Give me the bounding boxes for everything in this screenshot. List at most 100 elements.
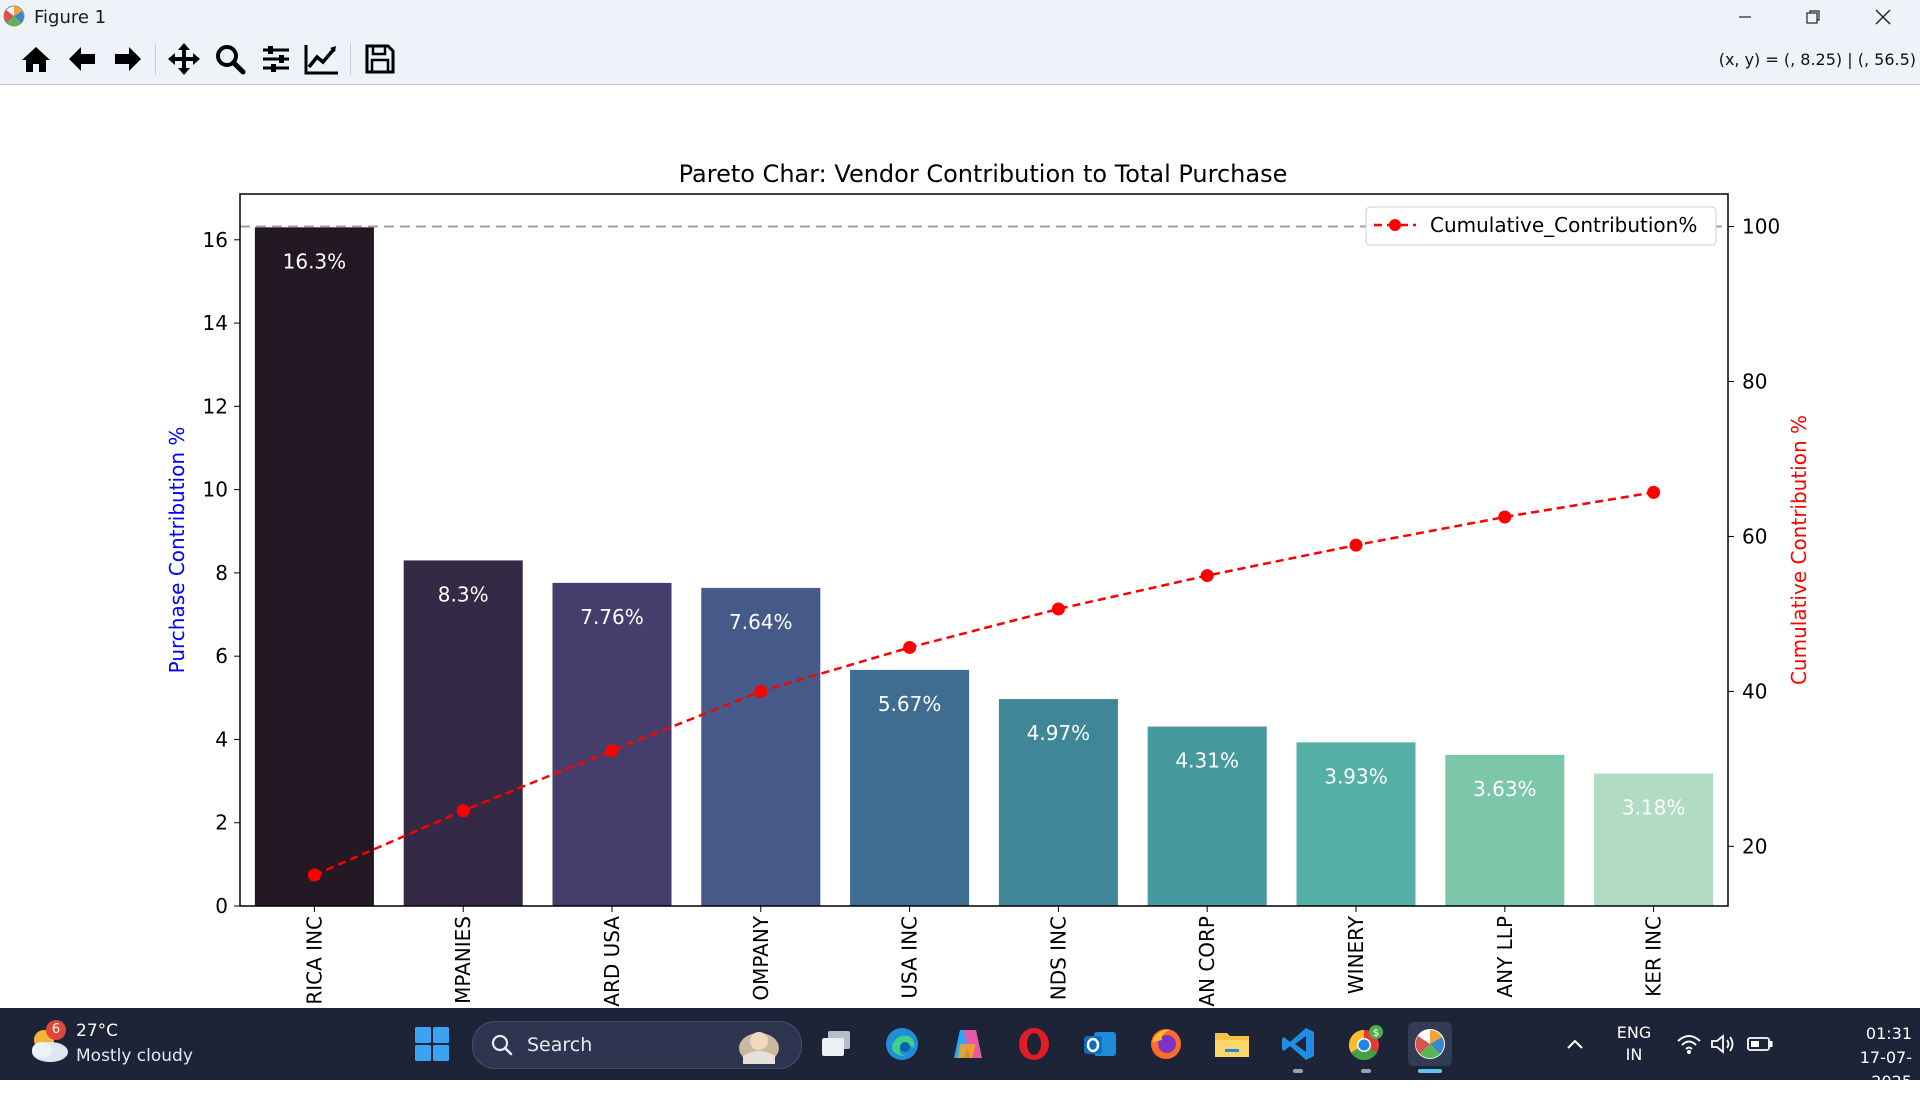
y-tick-label: 0 bbox=[215, 894, 228, 918]
bar-data-label: 5.67% bbox=[878, 692, 942, 716]
start-button[interactable] bbox=[410, 1022, 454, 1066]
system-tray-status[interactable] bbox=[1670, 1022, 1780, 1066]
x-tick-label: WINERY bbox=[1344, 915, 1368, 994]
pan-button[interactable] bbox=[166, 41, 202, 77]
bar-data-label: 3.18% bbox=[1622, 796, 1686, 820]
search-highlight-image bbox=[739, 1032, 779, 1064]
cumulative-point bbox=[1647, 485, 1661, 499]
x-tick-label: AN CORP bbox=[1195, 916, 1219, 1007]
cumulative-point bbox=[605, 744, 619, 758]
outlook-icon bbox=[1084, 1032, 1116, 1056]
windows-start-icon bbox=[415, 1027, 449, 1061]
edit-axis-icon bbox=[304, 45, 338, 75]
bar-data-label: 8.3% bbox=[438, 582, 489, 606]
x-tick-label: OMPANY bbox=[749, 915, 773, 1000]
vscode-icon bbox=[1282, 1028, 1314, 1060]
language-indicator[interactable]: ENG IN bbox=[1614, 1022, 1654, 1066]
y-tick-label: 10 bbox=[203, 478, 228, 502]
volume-icon bbox=[1711, 1034, 1734, 1054]
file-explorer-button[interactable] bbox=[1210, 1022, 1254, 1066]
minimize-button[interactable] bbox=[1710, 0, 1780, 34]
toolbar-separator bbox=[350, 43, 351, 75]
home-button[interactable] bbox=[18, 41, 54, 77]
y-tick-label: 8 bbox=[215, 561, 228, 585]
file-explorer-icon bbox=[1215, 1033, 1249, 1057]
opera-button[interactable] bbox=[1012, 1022, 1056, 1066]
forward-arrow-icon bbox=[115, 47, 141, 71]
y2-tick-label: 100 bbox=[1742, 215, 1780, 239]
back-button[interactable] bbox=[64, 41, 100, 77]
x-tick-label: USA INC bbox=[898, 916, 922, 999]
running-indicator bbox=[1293, 1069, 1303, 1073]
x-tick-label: NDS INC bbox=[1046, 916, 1070, 1000]
chrome-badge: $ bbox=[1373, 1028, 1379, 1039]
edge-button[interactable] bbox=[880, 1022, 924, 1066]
bar-data-label: 3.93% bbox=[1324, 764, 1388, 788]
x-tick-label: ARD USA bbox=[600, 916, 624, 1007]
title-bar: Figure 1 bbox=[0, 0, 1920, 34]
show-hidden-icons-button[interactable] bbox=[1554, 1022, 1596, 1066]
copilot-icon bbox=[954, 1030, 982, 1058]
clock[interactable]: 01:31 17-07-2025 bbox=[1820, 1022, 1912, 1094]
configure-subplots-icon bbox=[263, 46, 289, 72]
window-title: Figure 1 bbox=[34, 7, 107, 28]
task-view-button[interactable] bbox=[814, 1022, 858, 1066]
minimize-icon bbox=[1739, 16, 1751, 18]
bar bbox=[254, 227, 374, 906]
matplotlib-app-icon bbox=[3, 5, 25, 27]
figure-canvas[interactable]: Pareto Char: Vendor Contribution to Tota… bbox=[0, 85, 1920, 1008]
y2-tick-label: 80 bbox=[1742, 369, 1767, 393]
task-view-icon bbox=[822, 1031, 850, 1056]
bar bbox=[403, 560, 523, 906]
restore-icon bbox=[1806, 10, 1820, 24]
chevron-up-icon bbox=[1567, 1039, 1583, 1049]
back-arrow-icon bbox=[69, 47, 95, 71]
cumulative-point bbox=[903, 640, 917, 654]
x-tick-label: ANY LLP bbox=[1493, 916, 1517, 998]
y-tick-label: 4 bbox=[215, 727, 228, 751]
configure-subplots-button[interactable] bbox=[258, 41, 294, 77]
search-placeholder: Search bbox=[527, 1034, 593, 1056]
cumulative-point bbox=[1349, 538, 1363, 552]
taskbar-search[interactable]: Search bbox=[472, 1021, 802, 1069]
bar-data-label: 16.3% bbox=[283, 249, 347, 273]
search-icon bbox=[491, 1034, 513, 1056]
close-button[interactable] bbox=[1848, 0, 1918, 34]
chart-title: Pareto Char: Vendor Contribution to Tota… bbox=[679, 160, 1288, 188]
legend-label: Cumulative_Contribution% bbox=[1430, 213, 1697, 237]
legend-marker bbox=[1389, 219, 1401, 231]
y-tick-label: 14 bbox=[203, 311, 228, 335]
save-icon bbox=[365, 44, 395, 74]
taskbar: 6 27°C Mostly cloudy Search $ ENG IN 01:… bbox=[0, 1008, 1920, 1091]
edit-axis-button[interactable] bbox=[304, 41, 340, 77]
weather-temperature: 27°C bbox=[76, 1021, 119, 1041]
y-tick-label: 16 bbox=[203, 228, 228, 252]
bar-data-label: 7.64% bbox=[729, 610, 793, 634]
x-tick-label: KER INC bbox=[1642, 916, 1666, 997]
chrome-icon: $ bbox=[1348, 1025, 1383, 1061]
outlook-button[interactable] bbox=[1078, 1022, 1122, 1066]
cumulative-point bbox=[456, 804, 470, 818]
clock-time: 01:31 bbox=[1865, 1024, 1912, 1043]
y-tick-label: 2 bbox=[215, 811, 228, 835]
weather-description: Mostly cloudy bbox=[76, 1046, 193, 1066]
zoom-button[interactable] bbox=[212, 41, 248, 77]
matplotlib-figure-button[interactable] bbox=[1408, 1022, 1452, 1066]
y-tick-label: 12 bbox=[203, 394, 228, 418]
y2-tick-label: 60 bbox=[1742, 524, 1767, 548]
figure-toolbar: (x, y) = (, 8.25) | (, 56.5) bbox=[0, 34, 1920, 85]
forward-button[interactable] bbox=[110, 41, 146, 77]
running-indicator bbox=[1361, 1069, 1371, 1073]
save-button[interactable] bbox=[362, 41, 398, 77]
x-tick-label: MPANIES bbox=[451, 916, 475, 1004]
pan-icon bbox=[168, 43, 200, 75]
language-secondary: IN bbox=[1625, 1045, 1643, 1064]
chrome-button[interactable]: $ bbox=[1342, 1022, 1386, 1066]
copilot-button[interactable] bbox=[946, 1022, 990, 1066]
y2-axis-label: Cumulative Contribution % bbox=[1787, 415, 1811, 685]
restore-button[interactable] bbox=[1778, 0, 1848, 34]
vscode-button[interactable] bbox=[1276, 1022, 1320, 1066]
home-icon bbox=[22, 47, 50, 72]
cumulative-point bbox=[1498, 510, 1512, 524]
firefox-button[interactable] bbox=[1144, 1022, 1188, 1066]
